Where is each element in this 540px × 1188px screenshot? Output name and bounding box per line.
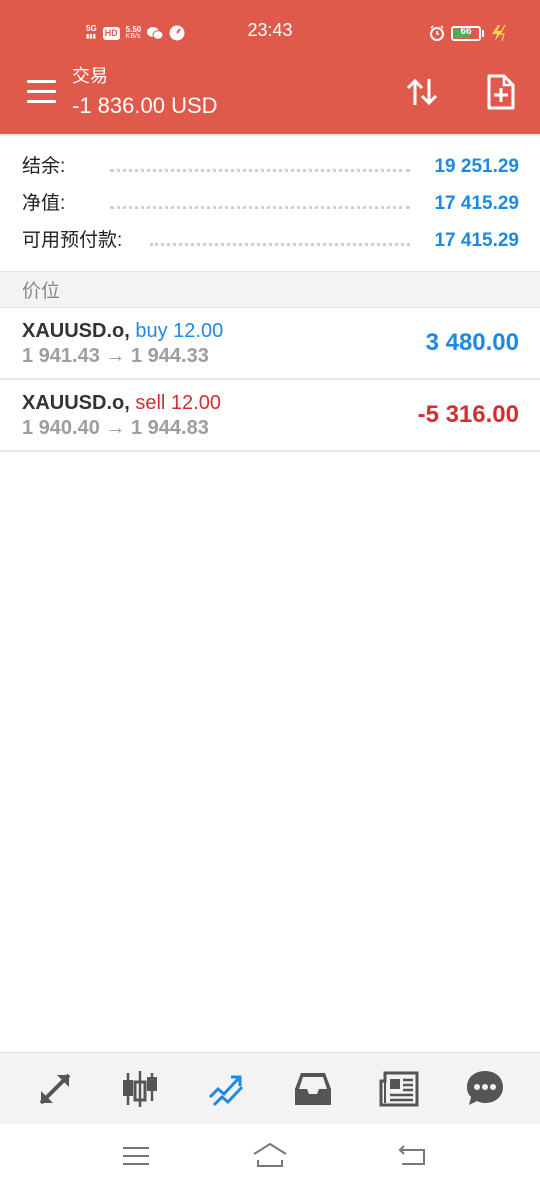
summary-row-equity: 净值: 17 415.29 — [0, 189, 540, 219]
menu-icon-bar — [27, 80, 56, 83]
back-icon — [398, 1145, 425, 1165]
nav-trade-button[interactable] — [33, 1067, 77, 1111]
nav-history-button[interactable] — [291, 1067, 335, 1111]
position-row[interactable]: XAUUSD.o, sell 12.00 1 940.40 → 1 944.83… — [0, 380, 540, 452]
home-button[interactable] — [252, 1140, 288, 1172]
sort-icon — [406, 78, 438, 106]
equity-value: 17 415.29 — [426, 189, 519, 219]
screen: 5G ▮▮▮ HD 5.50 KB/s 23:43 66 交易 -1 836.0… — [0, 0, 540, 1188]
total-profit: -1 836.00 USD — [72, 93, 218, 118]
bottom-navigation — [0, 1052, 540, 1124]
new-order-button[interactable] — [480, 72, 520, 112]
summary-row-free-margin: 可用预付款: 17 415.29 — [0, 226, 540, 256]
position-symbol: XAUUSD.o, — [22, 392, 130, 414]
status-right-icons: 66 — [429, 22, 510, 44]
charging-icon — [492, 25, 506, 41]
battery-cap — [482, 29, 484, 37]
home-icon — [253, 1142, 287, 1167]
position-profit: -5 316.00 — [417, 401, 519, 428]
position-profit: 3 480.00 — [425, 329, 519, 356]
nav-trade-tab-active[interactable] — [204, 1067, 248, 1111]
position-prices: 1 941.43 → 1 944.33 — [22, 345, 209, 367]
balance-label: 结余: — [22, 152, 72, 182]
equity-label: 净值: — [22, 189, 72, 219]
chat-icon — [467, 1071, 503, 1105]
candlestick-chart-icon — [123, 1071, 157, 1107]
free-margin-label: 可用预付款: — [22, 226, 129, 256]
app-toolbar: 交易 -1 836.00 USD — [0, 64, 540, 134]
battery-level: 66 — [460, 25, 472, 37]
position-side-volume: sell 12.00 — [135, 392, 221, 414]
menu-icon-bar — [27, 100, 56, 103]
back-button[interactable] — [394, 1140, 430, 1172]
system-navigation-bar — [0, 1124, 540, 1188]
section-title: 价位 — [22, 281, 61, 302]
alarm-icon — [430, 25, 444, 41]
recents-icon — [123, 1147, 149, 1165]
nav-chat-button[interactable] — [463, 1067, 507, 1111]
trade-trend-icon — [208, 1075, 244, 1107]
recents-button[interactable] — [118, 1140, 154, 1172]
balance-value: 19 251.29 — [426, 152, 519, 182]
position-side-volume: buy 12.00 — [135, 320, 224, 342]
nav-news-button[interactable] — [377, 1067, 421, 1111]
free-margin-value: 17 415.29 — [426, 226, 519, 256]
news-icon — [379, 1071, 419, 1107]
position-prices: 1 940.40 → 1 944.83 — [22, 417, 209, 439]
menu-icon-bar — [27, 90, 56, 93]
account-summary: 结余: 19 251.29 净值: 17 415.29 可用预付款: 17 41… — [0, 134, 540, 272]
page-title: 交易 — [72, 66, 108, 86]
inbox-icon — [295, 1073, 331, 1105]
section-header-positions: 价位 — [0, 271, 540, 308]
position-title: XAUUSD.o, sell 12.00 — [22, 391, 221, 415]
dotted-leader — [110, 169, 410, 172]
new-document-icon — [487, 74, 515, 110]
menu-button[interactable] — [27, 80, 57, 104]
status-bar: 5G ▮▮▮ HD 5.50 KB/s 23:43 66 — [0, 0, 540, 64]
summary-row-balance: 结余: 19 251.29 — [0, 152, 540, 182]
position-symbol: XAUUSD.o, — [22, 320, 130, 342]
position-title: XAUUSD.o, buy 12.00 — [22, 319, 223, 343]
nav-chart-button[interactable] — [118, 1067, 162, 1111]
battery-icon: 66 — [451, 25, 481, 41]
sort-button[interactable] — [402, 72, 442, 112]
position-row[interactable]: XAUUSD.o, buy 12.00 1 941.43 → 1 944.33 … — [0, 308, 540, 380]
trade-arrows-icon — [39, 1073, 71, 1105]
dotted-leader — [150, 243, 410, 246]
dotted-leader — [110, 206, 410, 209]
